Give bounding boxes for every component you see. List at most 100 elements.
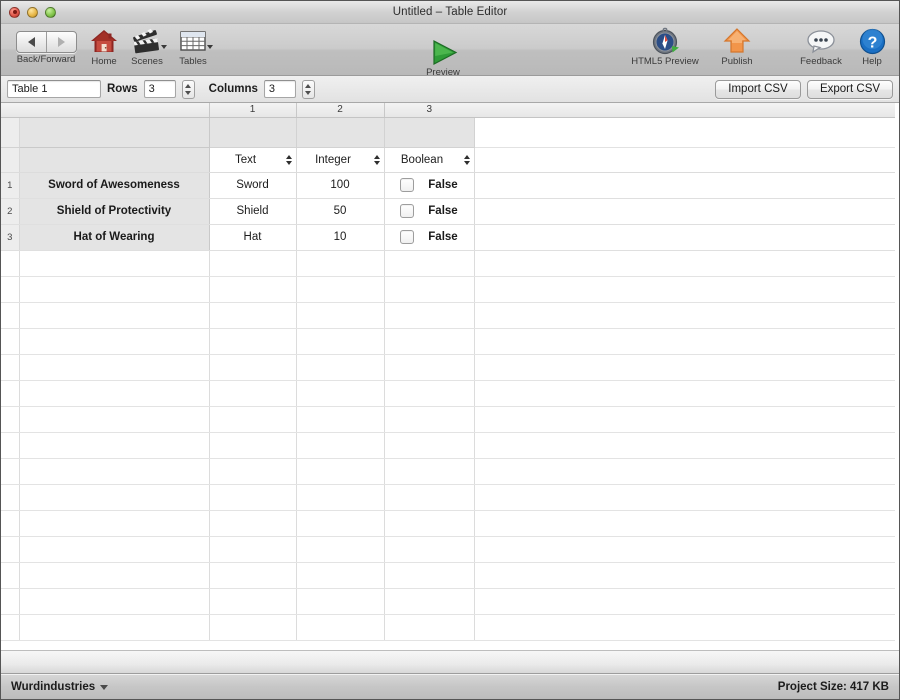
empty-name-cell[interactable] (19, 562, 210, 589)
column-type-selector-3[interactable]: Boolean (384, 147, 475, 173)
empty-table-row[interactable] (1, 380, 895, 407)
empty-name-cell[interactable] (19, 406, 210, 433)
empty-cell-2[interactable] (296, 432, 385, 459)
band-name-cell[interactable] (18, 116, 210, 148)
empty-cell-3[interactable] (384, 588, 475, 615)
table-row[interactable]: 1 Sword of Awesomeness Sword 100 False (1, 172, 895, 199)
empty-cell-1[interactable] (209, 328, 297, 355)
chevron-down-icon[interactable] (285, 160, 292, 165)
checkbox[interactable] (400, 230, 415, 244)
row-name-cell[interactable]: Shield of Protectivity (18, 198, 210, 225)
empty-cell-1[interactable] (209, 354, 297, 381)
table-row[interactable]: 3 Hat of Wearing Hat 10 False (1, 224, 895, 251)
empty-cell-2[interactable] (296, 536, 385, 563)
publish-button[interactable]: Publish (711, 24, 763, 67)
import-csv-button[interactable]: Import CSV (715, 79, 801, 99)
empty-cell-3[interactable] (384, 536, 475, 563)
empty-table-row[interactable] (1, 354, 895, 381)
empty-row-number[interactable] (1, 380, 20, 407)
empty-name-cell[interactable] (19, 380, 210, 407)
columns-stepper-down-icon[interactable] (305, 90, 312, 95)
empty-row-number[interactable] (1, 354, 20, 381)
empty-cell-3[interactable] (384, 458, 475, 485)
cell-r3-c3[interactable]: False (384, 224, 475, 251)
empty-name-cell[interactable] (19, 302, 210, 329)
empty-table-row[interactable] (1, 250, 895, 277)
columns-stepper[interactable] (301, 79, 315, 99)
chevron-down-icon[interactable] (373, 160, 380, 165)
rows-stepper-down-icon[interactable] (185, 90, 192, 95)
preview-button[interactable]: Preview (412, 35, 474, 78)
empty-cell-1[interactable] (209, 536, 297, 563)
row-name-cell[interactable]: Sword of Awesomeness (18, 172, 210, 199)
feedback-button[interactable]: Feedback (791, 24, 851, 67)
empty-cell-1[interactable] (209, 406, 297, 433)
empty-cell-3[interactable] (384, 380, 475, 407)
empty-cell-2[interactable] (296, 588, 385, 615)
empty-table-row[interactable] (1, 302, 895, 329)
empty-row-number[interactable] (1, 276, 20, 303)
cell-r2-c1[interactable]: Shield (209, 198, 297, 225)
empty-name-cell[interactable] (19, 250, 210, 277)
empty-cell-2[interactable] (296, 562, 385, 589)
empty-name-cell[interactable] (19, 588, 210, 615)
chevron-down-icon[interactable] (463, 160, 470, 165)
empty-cell-1[interactable] (209, 302, 297, 329)
table-name-input[interactable]: Table 1 (7, 80, 101, 98)
empty-cell-2[interactable] (296, 328, 385, 355)
chevron-up-icon[interactable] (463, 154, 470, 159)
back-forward-control[interactable]: Back/Forward (9, 24, 83, 65)
empty-cell-3[interactable] (384, 406, 475, 433)
empty-row-number[interactable] (1, 588, 20, 615)
empty-cell-1[interactable] (209, 458, 297, 485)
empty-table-row[interactable] (1, 458, 895, 485)
empty-name-cell[interactable] (19, 536, 210, 563)
column-type-stepper-1[interactable] (285, 154, 292, 165)
empty-cell-2[interactable] (296, 380, 385, 407)
table-grid-area[interactable]: 123 TextIntegerBoolean 1Sword of Awes (1, 103, 899, 651)
empty-cell-2[interactable] (296, 458, 385, 485)
empty-table-row[interactable] (1, 588, 895, 615)
tables-chevron-down-icon[interactable] (207, 45, 213, 49)
row-name-cell[interactable]: Hat of Wearing (18, 224, 210, 251)
empty-name-cell[interactable] (19, 484, 210, 511)
scenes-chevron-down-icon[interactable] (161, 45, 167, 49)
cell-r3-c2[interactable]: 10 (296, 224, 385, 251)
rows-input[interactable]: 3 (143, 80, 176, 98)
empty-cell-3[interactable] (384, 302, 475, 329)
rows-stepper[interactable] (181, 79, 195, 99)
minimize-window-button[interactable] (27, 6, 38, 18)
empty-row-number[interactable] (1, 302, 20, 329)
column-number-header-3[interactable]: 3 (383, 103, 474, 118)
empty-cell-2[interactable] (296, 406, 385, 433)
empty-table-row[interactable] (1, 484, 895, 511)
row-number-cell[interactable]: 2 (1, 198, 20, 225)
column-type-stepper-3[interactable] (463, 154, 470, 165)
band-cell-1[interactable] (209, 117, 297, 148)
empty-cell-2[interactable] (296, 302, 385, 329)
cell-r1-c3[interactable]: False (384, 172, 475, 199)
empty-cell-1[interactable] (209, 562, 297, 589)
empty-name-cell[interactable] (19, 458, 210, 485)
empty-table-row[interactable] (1, 536, 895, 563)
cell-r1-c1[interactable]: Sword (209, 172, 297, 199)
empty-table-row[interactable] (1, 614, 895, 641)
empty-cell-2[interactable] (296, 510, 385, 537)
home-button[interactable]: Home (83, 24, 125, 67)
empty-cell-3[interactable] (384, 250, 475, 277)
empty-cell-2[interactable] (296, 354, 385, 381)
empty-cell-3[interactable] (384, 432, 475, 459)
html5-preview-button[interactable]: HTML5 Preview (623, 24, 707, 67)
back-button[interactable] (17, 32, 46, 52)
column-number-header-2[interactable]: 2 (295, 103, 384, 118)
empty-cell-2[interactable] (296, 250, 385, 277)
empty-cell-1[interactable] (209, 484, 297, 511)
empty-cell-1[interactable] (209, 588, 297, 615)
column-type-selector-1[interactable]: Text (209, 147, 297, 173)
zoom-window-button[interactable] (45, 6, 56, 18)
empty-row-number[interactable] (1, 328, 20, 355)
empty-cell-1[interactable] (209, 510, 297, 537)
empty-cell-3[interactable] (384, 510, 475, 537)
column-type-selector-2[interactable]: Integer (296, 147, 385, 173)
band-cell-3[interactable] (384, 117, 475, 148)
